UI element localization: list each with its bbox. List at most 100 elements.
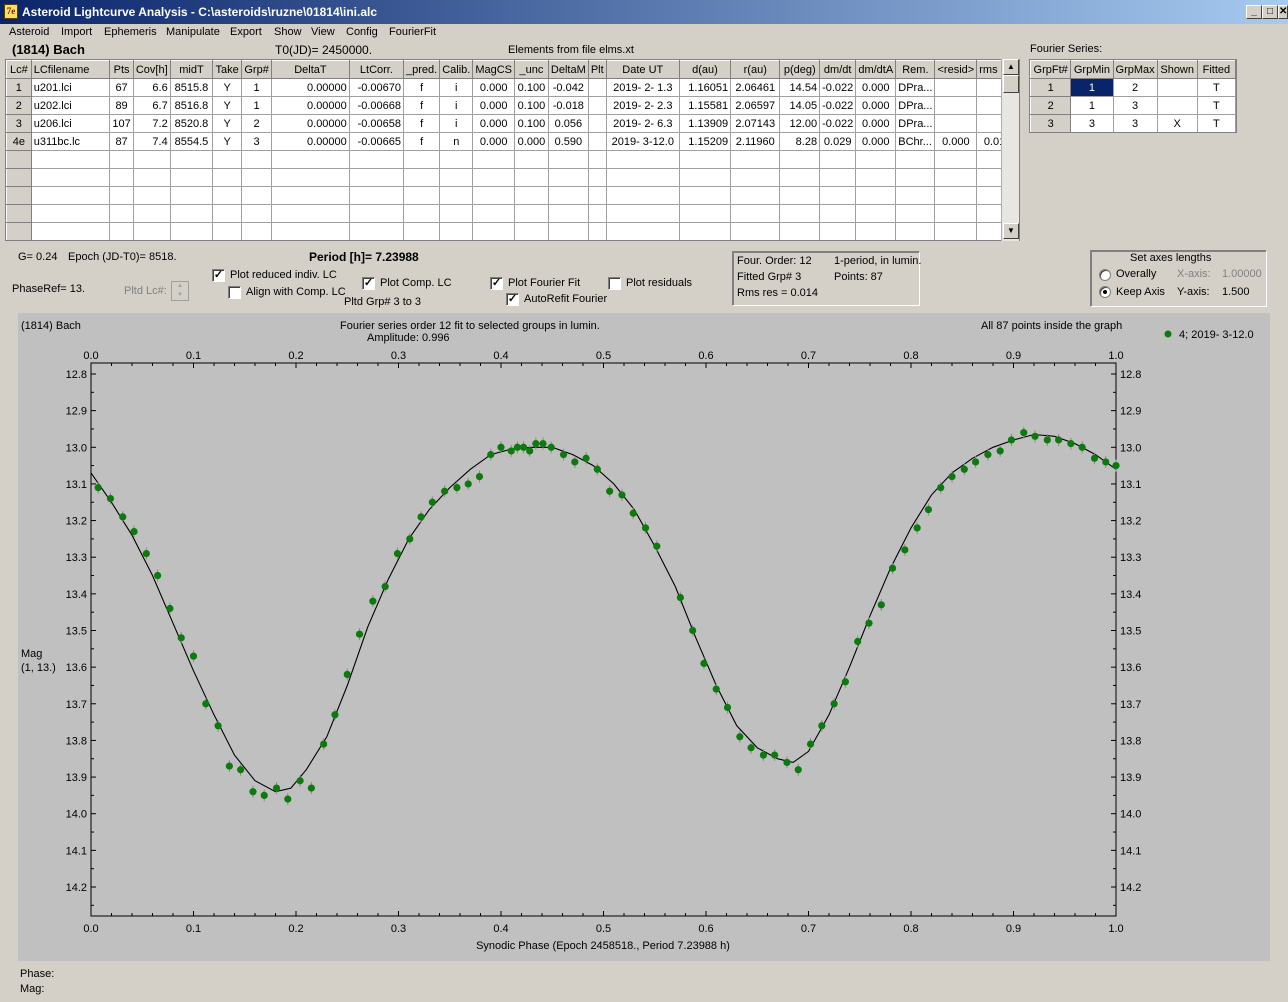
- table-cell[interactable]: 7.4: [132, 132, 171, 151]
- col-dmdta[interactable]: dm/dtA: [855, 60, 897, 79]
- table-cell[interactable]: [779, 168, 821, 187]
- pltd-lc-spinner[interactable]: ▲ ▼: [171, 281, 189, 301]
- table-cell[interactable]: DPra...: [895, 78, 936, 97]
- menu-view[interactable]: View: [311, 26, 335, 38]
- table-cell[interactable]: [109, 222, 134, 240]
- autorefit-checkbox[interactable]: ✓: [506, 293, 519, 306]
- table-cell[interactable]: 14.54: [779, 78, 821, 97]
- table-cell[interactable]: [109, 204, 134, 223]
- table-cell[interactable]: 0.000: [514, 132, 549, 151]
- col-pts[interactable]: Pts: [109, 60, 134, 79]
- table-cell[interactable]: 1: [1070, 78, 1114, 97]
- lc-table-row[interactable]: 3 u206.lci 107 7.2 8520.8 Y 2 0.00000 -0.00658 f i…: [6, 114, 1019, 133]
- table-cell[interactable]: [30, 204, 111, 223]
- scroll-up-arrow-icon[interactable]: ▲: [1003, 59, 1019, 75]
- table-cell[interactable]: 3: [1112, 114, 1158, 132]
- table-cell[interactable]: [241, 204, 273, 223]
- row-header[interactable]: [6, 222, 32, 240]
- table-cell[interactable]: [514, 150, 549, 169]
- table-cell[interactable]: [30, 168, 111, 187]
- align-comp-checkbox[interactable]: [228, 286, 241, 299]
- fs-table-row[interactable]: 112T: [1030, 78, 1236, 97]
- table-cell[interactable]: f: [403, 96, 441, 115]
- table-cell[interactable]: [587, 150, 607, 169]
- table-cell[interactable]: 8520.8: [169, 114, 214, 133]
- table-cell[interactable]: 0.100: [514, 78, 549, 97]
- table-cell[interactable]: [212, 186, 243, 205]
- table-cell[interactable]: 0.100: [514, 114, 549, 133]
- table-cell[interactable]: [819, 186, 857, 205]
- table-cell[interactable]: [895, 168, 936, 187]
- table-cell[interactable]: 1.16051: [678, 78, 732, 97]
- table-cell[interactable]: [605, 150, 680, 169]
- col-deltat[interactable]: DeltaT: [271, 60, 350, 79]
- row-header[interactable]: 1: [1030, 78, 1072, 97]
- row-header[interactable]: 2: [6, 96, 32, 115]
- table-cell[interactable]: [605, 186, 680, 205]
- menu-export[interactable]: Export: [230, 26, 262, 38]
- table-cell[interactable]: 89: [109, 96, 134, 115]
- table-cell[interactable]: 1: [241, 96, 273, 115]
- table-cell[interactable]: [241, 150, 273, 169]
- table-cell[interactable]: [271, 204, 350, 223]
- table-cell[interactable]: -0.018: [547, 96, 589, 115]
- table-cell[interactable]: [730, 204, 781, 223]
- table-cell[interactable]: [587, 78, 607, 97]
- lc-table-row[interactable]: [6, 168, 1019, 187]
- row-header[interactable]: 3: [1030, 114, 1072, 132]
- table-cell[interactable]: 87: [109, 132, 134, 151]
- table-cell[interactable]: 0.000: [855, 78, 897, 97]
- fs-table-row[interactable]: 213 T: [1030, 96, 1236, 115]
- menu-asteroid[interactable]: Asteroid: [9, 26, 49, 38]
- table-cell[interactable]: 2019- 2- 1.3: [605, 78, 680, 97]
- table-cell[interactable]: [348, 168, 405, 187]
- table-cell[interactable]: [169, 150, 214, 169]
- lightcurve-plot[interactable]: 0.0 0.0 0.1 0.1 0.2 0.2 0.3 0.3 0.4 0.4 0.5 0.5 0.6 0…: [18, 313, 1270, 961]
- table-cell[interactable]: [855, 168, 897, 187]
- table-cell[interactable]: [169, 204, 214, 223]
- table-cell[interactable]: [109, 186, 134, 205]
- table-cell[interactable]: [439, 168, 474, 187]
- table-cell[interactable]: 2019- 2- 2.3: [605, 96, 680, 115]
- col-unc[interactable]: _unc: [514, 60, 549, 79]
- col-dau[interactable]: d(au): [678, 60, 732, 79]
- table-cell[interactable]: [403, 222, 441, 240]
- table-cell[interactable]: [1156, 78, 1198, 97]
- overally-label[interactable]: Overally: [1116, 268, 1156, 280]
- col-grp[interactable]: Grp#: [241, 60, 273, 79]
- table-cell[interactable]: [30, 186, 111, 205]
- table-cell[interactable]: T: [1196, 96, 1236, 115]
- table-cell[interactable]: 8.28: [779, 132, 821, 151]
- col-filename[interactable]: LCfilename: [30, 60, 111, 79]
- table-cell[interactable]: [895, 222, 936, 240]
- table-cell[interactable]: [934, 204, 978, 223]
- table-cell[interactable]: [439, 204, 474, 223]
- table-cell[interactable]: [730, 222, 781, 240]
- table-cell[interactable]: [895, 186, 936, 205]
- table-cell[interactable]: i: [439, 96, 474, 115]
- table-cell[interactable]: [855, 186, 897, 205]
- table-cell[interactable]: 0.000: [472, 96, 516, 115]
- table-cell[interactable]: 2: [1112, 78, 1158, 97]
- table-cell[interactable]: [169, 222, 214, 240]
- table-cell[interactable]: [779, 186, 821, 205]
- table-cell[interactable]: [348, 222, 405, 240]
- table-cell[interactable]: [169, 168, 214, 187]
- table-cell[interactable]: DPra...: [895, 96, 936, 115]
- table-cell[interactable]: 1.13909: [678, 114, 732, 133]
- plot-resid-label[interactable]: Plot residuals: [626, 277, 692, 289]
- table-cell[interactable]: 3: [1070, 114, 1114, 132]
- table-cell[interactable]: 8516.8: [169, 96, 214, 115]
- table-cell[interactable]: 8515.8: [169, 78, 214, 97]
- table-cell[interactable]: [934, 222, 978, 240]
- xaxis-value[interactable]: 1.00000: [1222, 268, 1262, 280]
- table-cell[interactable]: 107: [109, 114, 134, 133]
- table-cell[interactable]: 0.000: [855, 114, 897, 133]
- scroll-down-arrow-icon[interactable]: ▼: [1003, 223, 1019, 239]
- col-lc[interactable]: Lc#: [6, 60, 32, 79]
- row-header[interactable]: [6, 204, 32, 223]
- table-cell[interactable]: [587, 186, 607, 205]
- plot-resid-checkbox[interactable]: [608, 277, 621, 290]
- table-cell[interactable]: [605, 204, 680, 223]
- table-cell[interactable]: 6.7: [132, 96, 171, 115]
